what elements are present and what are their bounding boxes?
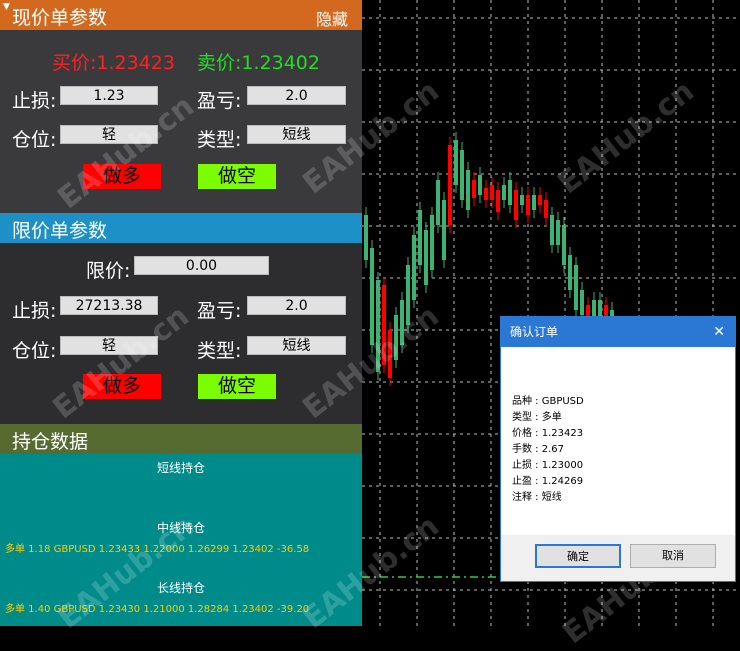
limit-take-profit-input[interactable]: 2.0 — [247, 296, 346, 315]
candle-body — [556, 220, 560, 245]
type-label: 类型: — [197, 129, 242, 151]
detail-symbol: 品种 : GBPUSD — [512, 396, 584, 407]
candle-body — [496, 190, 500, 212]
detail-type: 类型 : 多单 — [512, 412, 562, 423]
stop-loss-input[interactable]: 1.23 — [60, 86, 158, 105]
detail-comment: 注释 : 短线 — [512, 492, 562, 503]
limit-stop-loss-label: 止损: — [12, 300, 57, 322]
buy-price: 买价:1.23423 — [52, 52, 175, 74]
candle-body — [538, 195, 542, 205]
confirm-button[interactable]: 确定 — [535, 544, 621, 568]
candle-body — [568, 255, 572, 290]
candle-body — [526, 195, 530, 215]
lot-label: 仓位: — [12, 129, 57, 151]
candle-body — [514, 190, 518, 220]
market-short-button[interactable]: 做空 — [198, 164, 276, 189]
limit-short-button[interactable]: 做空 — [198, 374, 276, 399]
detail-stop-loss: 止损 : 1.23000 — [512, 460, 584, 471]
candle-body — [442, 200, 446, 260]
candle-body — [466, 170, 470, 210]
limit-price-input[interactable]: 0.00 — [134, 256, 269, 275]
positions-title: 持仓数据 — [12, 431, 89, 453]
type-select[interactable]: 短线 — [247, 125, 346, 144]
candle-body — [454, 140, 458, 185]
limit-order-header: 限价单参数 — [0, 213, 362, 243]
limit-lot-label: 仓位: — [12, 340, 57, 362]
short-term-title: 短线持仓 — [156, 461, 205, 475]
collapse-arrow-icon[interactable]: ▼ — [3, 2, 10, 12]
candle-body — [448, 145, 452, 225]
limit-order-title: 限价单参数 — [12, 220, 108, 242]
candle-body — [370, 248, 374, 345]
take-profit-input[interactable]: 2.0 — [247, 86, 346, 105]
cancel-button[interactable]: 取消 — [630, 544, 716, 568]
dialog-title-bar[interactable]: 确认订单 ✕ — [501, 317, 735, 347]
positions-header: 持仓数据 — [0, 424, 362, 454]
take-profit-label: 盈亏: — [197, 90, 242, 112]
candle-body — [436, 180, 440, 225]
candle-body — [550, 215, 554, 245]
market-order-header: ▼ 现价单参数 隐藏 — [0, 0, 362, 30]
detail-lots: 手数 : 2.67 — [512, 444, 564, 455]
detail-take-profit: 止盈 : 1.24269 — [512, 476, 584, 487]
confirm-order-dialog: 确认订单 ✕ 品种 : GBPUSD 类型 : 多单 价格 : 1.23423 … — [500, 316, 736, 582]
hide-button[interactable]: 隐藏 — [316, 6, 348, 30]
candle-body — [562, 225, 566, 265]
candle-body — [478, 175, 482, 195]
candle-body — [490, 185, 494, 200]
candle-body — [532, 195, 536, 210]
candle-body — [418, 210, 422, 265]
candle-body — [412, 235, 416, 300]
candle-body — [502, 185, 506, 200]
candle-body — [544, 200, 548, 218]
stop-loss-label: 止损: — [12, 90, 57, 112]
candle-body — [580, 290, 584, 315]
candle-body — [460, 150, 464, 200]
limit-type-label: 类型: — [197, 340, 242, 362]
sell-price: 卖价:1.23402 — [197, 52, 320, 74]
limit-price-label: 限价: — [86, 260, 131, 282]
market-order-title: 现价单参数 — [12, 7, 108, 29]
candle-body — [484, 188, 488, 200]
candle-body — [520, 195, 524, 205]
candle-body — [424, 230, 428, 285]
detail-price: 价格 : 1.23423 — [512, 428, 584, 439]
limit-stop-loss-input[interactable]: 27213.38 — [60, 296, 158, 315]
candle-body — [574, 265, 578, 310]
close-icon[interactable]: ✕ — [713, 317, 725, 347]
candle-body — [472, 180, 476, 198]
limit-take-profit-label: 盈亏: — [197, 300, 242, 322]
limit-type-select[interactable]: 短线 — [247, 336, 346, 355]
dialog-title: 确认订单 — [510, 325, 559, 339]
candle-body — [508, 180, 512, 205]
long-term-title: 长线持仓 — [156, 581, 205, 595]
candle-body — [430, 215, 434, 270]
candle-body — [364, 215, 368, 260]
dialog-body: 品种 : GBPUSD 类型 : 多单 价格 : 1.23423 手数 : 2.… — [501, 347, 735, 535]
